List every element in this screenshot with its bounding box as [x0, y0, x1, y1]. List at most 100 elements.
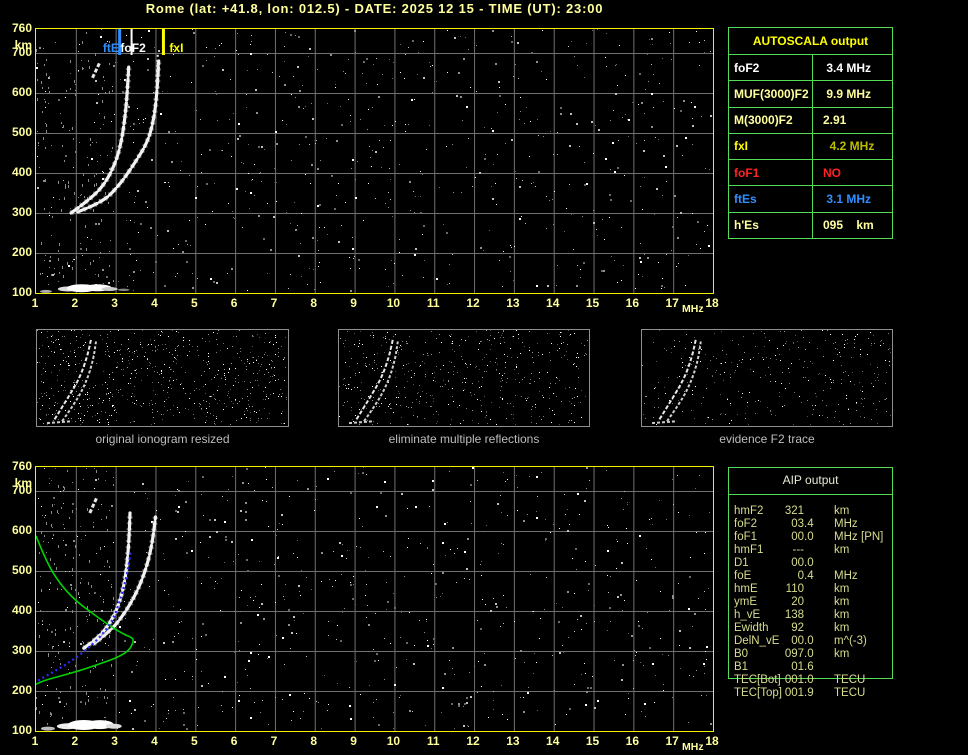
x-tick-label: 2	[71, 296, 79, 310]
y-tick-label: 200	[11, 245, 32, 259]
row-unit: km	[834, 621, 850, 634]
table-row: M(3000)F2 2.91	[729, 106, 892, 133]
x-trace-path	[666, 341, 702, 422]
bottom-ionogram-plot	[35, 466, 714, 732]
x-tick-label: 13	[506, 734, 520, 748]
row-value-int: 01	[791, 660, 804, 673]
row-label: M(3000)F2	[729, 107, 813, 133]
row-value-frac: .4	[804, 569, 814, 582]
o-trace-path	[82, 511, 132, 650]
noise-layer	[37, 330, 287, 425]
x-tick-label: 9	[350, 734, 357, 748]
row-label: fxI	[729, 133, 813, 160]
table-row: DelN_vE 00.0 m^(-3)	[729, 635, 899, 648]
y-tick-label: 600	[11, 523, 32, 537]
row-value-frac: .0	[804, 634, 814, 647]
row-value-int: 138	[784, 608, 804, 621]
row-value: NO	[823, 165, 841, 180]
x-tick-label: 12	[466, 734, 480, 748]
thumbnail-caption: evidence F2 trace	[719, 432, 815, 446]
x-tick-label: 4	[151, 734, 158, 748]
row-value-frac: .9	[804, 686, 814, 699]
x-trace-path	[76, 59, 161, 214]
table-row: hmF2 321 km	[729, 505, 899, 518]
table-row: TEC[Top] 001.9 TECU	[729, 687, 899, 700]
foF2-marker-label: foF2	[120, 41, 146, 55]
y-tick-label: 760	[11, 459, 32, 473]
thumbnail-caption: original ionogram resized	[95, 432, 230, 446]
x-tick-label: 10	[386, 734, 401, 748]
row-extra: [PN]	[861, 530, 884, 543]
x-tick-label: 16	[625, 296, 640, 310]
row-value: 2.91	[823, 113, 847, 128]
table-row: MUF(3000)F2 9.9 MHz	[729, 80, 892, 107]
row-value-int: 00	[791, 556, 804, 569]
autoscala-table-title: AUTOSCALA output	[752, 34, 869, 48]
x-tick-label: 13	[506, 296, 520, 310]
table-row: ftEs 3.1 MHz	[729, 185, 892, 212]
x-trace-path	[61, 341, 97, 422]
thumbnail-canvas	[37, 330, 287, 425]
x-tick-label: 6	[230, 734, 238, 748]
thumbnail-original-ionogram	[36, 329, 289, 427]
y-tick-label: 400	[11, 603, 32, 617]
row-value-int: 110	[785, 582, 804, 595]
row-unit: m^(-3)	[834, 634, 867, 647]
table-row: fxI 4.2 MHz	[729, 132, 892, 160]
table-row: B1 01.6	[729, 661, 899, 674]
row-value-int: 001	[784, 686, 804, 699]
mhz-unit-label: MHz	[682, 303, 704, 315]
table-row: foE 0.4 MHz	[729, 570, 899, 583]
es-layer-trace	[348, 420, 375, 425]
x-tick-label: 15	[585, 296, 600, 310]
x-tick-label: 5	[190, 296, 198, 310]
row-label: h'Es	[729, 212, 813, 238]
x-tick-label: 1	[31, 734, 39, 748]
x-tick-label: 7	[270, 734, 278, 748]
row-unit: km	[834, 608, 850, 621]
x-tick-label: 8	[310, 296, 318, 310]
row-value-int: 001	[784, 673, 804, 686]
mhz-unit-label: MHz	[682, 741, 704, 753]
x-tick-label: 6	[230, 296, 238, 310]
table-row: foF1 NO	[729, 159, 892, 186]
row-unit: MHz	[834, 569, 858, 582]
x-tick-label: 14	[546, 734, 560, 748]
x-tick-label: 1	[31, 296, 39, 310]
row-value-int: 0	[797, 569, 804, 582]
km-unit-label: km	[14, 476, 32, 490]
table-row: foF2 3.4 MHz	[729, 54, 892, 81]
row-value-frac: .0	[804, 556, 814, 569]
row-value: 3.1 MHz	[823, 192, 872, 207]
x-tick-label: 11	[426, 296, 440, 310]
row-value-int: 20	[791, 595, 804, 608]
table-row: Ewidth 92 km	[729, 622, 899, 635]
table-row: B0 097.0 km	[729, 648, 899, 661]
table-row: h'Es 095 km	[729, 211, 892, 238]
row-value: 4.2 MHz	[823, 139, 875, 154]
x-tick-label: 17	[665, 734, 679, 748]
thumbnail-evidence-f2-trace	[641, 329, 893, 427]
ftEs-marker-label: ftE	[103, 41, 119, 55]
fxI-marker-label: fxI	[169, 41, 183, 55]
autoscala-window: Rome (lat: +41.8, lon: 012.5) - DATE: 20…	[0, 0, 968, 755]
x-tick-label: 14	[546, 296, 560, 310]
row-value-int: ---	[792, 543, 805, 556]
es-layer-trace	[40, 720, 122, 731]
echo-streak	[88, 497, 98, 514]
x-tick-label: 9	[350, 296, 357, 310]
y-tick-label: 400	[11, 165, 32, 179]
aip-output-table: AIP output hmF2 321 km foF2 03.4 MHz foF1 00.0 M…	[728, 467, 893, 699]
table-row: hmF1 --- km	[729, 544, 899, 557]
echo-streak	[91, 61, 102, 79]
row-unit: km	[834, 543, 850, 556]
row-unit: km	[834, 647, 850, 660]
y-tick-label: 760	[11, 21, 32, 35]
x-trace-path-fringe	[76, 60, 162, 215]
x-tick-label: 18	[705, 296, 719, 310]
x-trace-path	[363, 341, 399, 422]
row-value-frac: .4	[804, 517, 814, 530]
row-value-int: 097	[784, 647, 804, 660]
row-value-frac: .0	[804, 530, 814, 543]
table-row: hmE 110 km	[729, 583, 899, 596]
